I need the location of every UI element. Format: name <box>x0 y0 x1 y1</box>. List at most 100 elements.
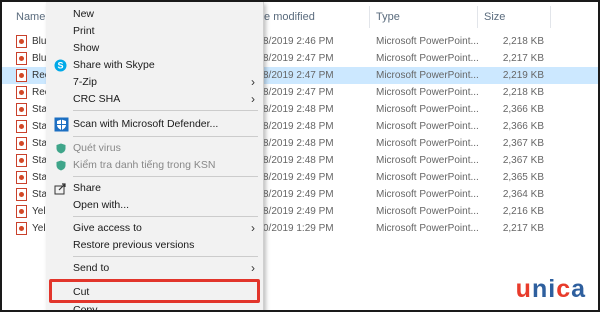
menu-item-open-with[interactable]: Open with... <box>46 197 263 214</box>
file-name: Yel <box>32 223 46 234</box>
unica-logo: unica <box>516 275 586 304</box>
menu-item-label: Share <box>73 182 102 194</box>
file-type: Microsoft PowerPoint... <box>376 172 479 183</box>
file-date-modified: 8/2019 2:49 PM <box>263 172 334 183</box>
column-size-header[interactable]: Size <box>484 11 505 23</box>
file-size: 2,364 KB <box>502 189 544 200</box>
context-menu: New Print Show S Share with Skype 7-Zip ›… <box>46 2 264 312</box>
logo-letter: u <box>515 275 532 303</box>
file-date-modified: 8/2019 2:49 PM <box>263 206 334 217</box>
file-name: Sta <box>32 189 48 200</box>
file-type: Microsoft PowerPoint... <box>376 155 479 166</box>
powerpoint-file-icon <box>16 154 27 167</box>
kaspersky-shield-icon <box>56 143 66 154</box>
logo-letter: a <box>571 275 586 303</box>
chevron-right-icon: › <box>251 75 255 89</box>
menu-item-ksn-reputation[interactable]: Kiểm tra danh tiếng trong KSN <box>46 157 263 174</box>
powerpoint-file-icon <box>16 171 27 184</box>
powerpoint-file-icon <box>16 103 27 116</box>
menu-item-send-to[interactable]: Send to › <box>46 260 263 277</box>
file-size: 2,367 KB <box>502 155 544 166</box>
menu-separator <box>73 256 258 257</box>
menu-separator <box>73 176 258 177</box>
file-type: Microsoft PowerPoint... <box>376 121 479 132</box>
file-date-modified: 8/2019 2:47 PM <box>263 87 334 98</box>
logo-letter: n <box>531 275 549 303</box>
menu-item-label: Quét virus <box>73 142 121 154</box>
file-name: Sta <box>32 104 48 115</box>
menu-item-share-with-skype[interactable]: S Share with Skype <box>46 57 263 74</box>
file-date-modified: 8/2019 2:48 PM <box>263 155 334 166</box>
column-divider[interactable] <box>477 6 478 28</box>
column-date-modified-header[interactable]: te modified <box>261 11 315 23</box>
powerpoint-file-icon <box>16 52 27 65</box>
powerpoint-file-icon <box>16 86 27 99</box>
file-size: 2,219 KB <box>502 70 544 81</box>
file-type: Microsoft PowerPoint... <box>376 36 479 47</box>
file-date-modified: 8/2019 2:48 PM <box>263 104 334 115</box>
defender-shield-icon <box>54 117 69 132</box>
menu-item-label: New <box>73 8 95 20</box>
file-date-modified: 8/2019 2:48 PM <box>263 138 334 149</box>
file-name: Sta <box>32 155 48 166</box>
column-type-header[interactable]: Type <box>376 11 400 23</box>
menu-item-new[interactable]: New <box>46 6 263 23</box>
kaspersky-shield-icon <box>56 160 66 171</box>
chevron-right-icon: › <box>251 221 255 235</box>
file-name: Sta <box>32 172 48 183</box>
menu-separator <box>73 136 258 137</box>
powerpoint-file-icon <box>16 69 27 82</box>
file-name: Blu <box>32 36 47 47</box>
logo-letter: c <box>556 275 572 303</box>
menu-item-label: Share with Skype <box>73 59 155 71</box>
file-type: Microsoft PowerPoint... <box>376 189 479 200</box>
menu-item-label: CRC SHA <box>73 93 121 105</box>
powerpoint-file-icon <box>16 188 27 201</box>
column-divider[interactable] <box>369 6 370 28</box>
file-size: 2,217 KB <box>502 223 544 234</box>
menu-item-label: Kiểm tra danh tiếng trong KSN <box>73 159 216 171</box>
menu-item-scan-defender[interactable]: Scan with Microsoft Defender... <box>46 116 263 133</box>
file-type: Microsoft PowerPoint... <box>376 87 479 98</box>
file-size: 2,366 KB <box>502 104 544 115</box>
file-size: 2,216 KB <box>502 206 544 217</box>
column-divider[interactable] <box>550 6 551 28</box>
powerpoint-file-icon <box>16 222 27 235</box>
menu-item-copy[interactable]: Copy <box>46 302 263 312</box>
cut-highlight-box <box>49 279 260 303</box>
file-date-modified: 8/2019 2:47 PM <box>263 70 334 81</box>
powerpoint-file-icon <box>16 205 27 218</box>
file-type: Microsoft PowerPoint... <box>376 70 479 81</box>
menu-item-restore-previous-versions[interactable]: Restore previous versions <box>46 237 263 254</box>
menu-item-quet-virus[interactable]: Quét virus <box>46 140 263 157</box>
column-name-header[interactable]: Name <box>16 11 45 23</box>
menu-separator <box>73 110 258 111</box>
menu-item-show[interactable]: Show <box>46 40 263 57</box>
file-type: Microsoft PowerPoint... <box>376 223 479 234</box>
menu-item-7zip[interactable]: 7-Zip › <box>46 74 263 91</box>
file-date-modified: 8/2019 2:48 PM <box>263 121 334 132</box>
menu-item-crc-sha[interactable]: CRC SHA › <box>46 91 263 108</box>
file-explorer-window: Name te modified Type Size Blu 8/2019 2:4… <box>0 0 600 312</box>
file-name: Sta <box>32 138 48 149</box>
menu-item-label: Copy <box>73 304 98 312</box>
chevron-right-icon: › <box>251 261 255 275</box>
menu-item-label: Send to <box>73 262 110 274</box>
menu-item-label: Restore previous versions <box>73 239 195 251</box>
file-size: 2,365 KB <box>502 172 544 183</box>
share-icon <box>54 182 67 195</box>
logo-letter: i <box>548 275 557 303</box>
file-date-modified: 0/2019 1:29 PM <box>263 223 334 234</box>
menu-item-label: 7-Zip <box>73 76 97 88</box>
file-size: 2,218 KB <box>502 87 544 98</box>
menu-item-label: Scan with Microsoft Defender... <box>73 118 219 130</box>
file-size: 2,217 KB <box>502 53 544 64</box>
menu-separator <box>73 216 258 217</box>
menu-item-label: Give access to <box>73 222 142 234</box>
menu-item-share[interactable]: Share <box>46 180 263 197</box>
menu-item-label: Show <box>73 42 100 54</box>
menu-item-give-access[interactable]: Give access to › <box>46 220 263 237</box>
file-type: Microsoft PowerPoint... <box>376 206 479 217</box>
skype-icon: S <box>54 59 67 72</box>
menu-item-print[interactable]: Print <box>46 23 263 40</box>
